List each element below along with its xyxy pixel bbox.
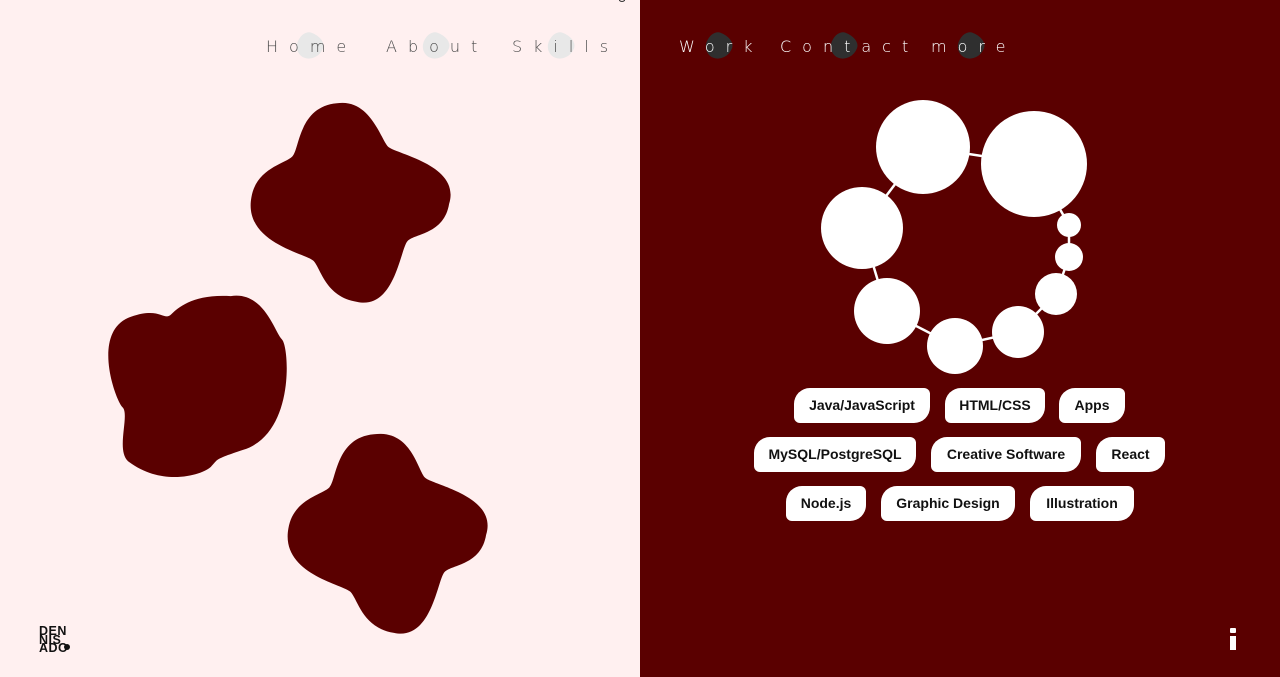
skill-bubble <box>981 111 1087 217</box>
blob-shape-middle <box>108 295 287 478</box>
nav-about-link[interactable]: About <box>386 29 489 63</box>
nav-skills-link[interactable]: Skills <box>512 29 620 63</box>
skill-tag-apps[interactable]: Apps <box>1059 388 1125 423</box>
skill-tag-nodejs[interactable]: Node.js <box>786 486 866 521</box>
nav-work-link[interactable]: Work <box>679 29 764 63</box>
nav-more-link[interactable]: more <box>931 29 1017 63</box>
skill-bubble <box>876 100 970 194</box>
skill-bubble <box>1057 213 1081 237</box>
skill-tag-creative-software[interactable]: Creative Software <box>931 437 1081 472</box>
nav-contact-link[interactable]: Contact <box>780 29 920 63</box>
skill-tag-mysql-postgresql[interactable]: MySQL/PostgreSQL <box>754 437 916 472</box>
nav-home-label: Home <box>266 37 358 56</box>
skill-bubble <box>1035 273 1077 315</box>
nav-more-label: more <box>931 37 1017 56</box>
skill-tag-java-javascript[interactable]: Java/JavaScript <box>794 388 930 423</box>
blob-shape-top <box>250 102 451 303</box>
nav-contact-label: Contact <box>780 37 920 56</box>
nav-skills-label: Skills <box>512 37 620 56</box>
logo-dot <box>64 644 70 650</box>
nav-work-label: Work <box>679 37 764 56</box>
decorative-shapes <box>108 102 488 634</box>
skill-bubble <box>821 187 903 269</box>
skill-tag-illustration[interactable]: Illustration <box>1030 486 1134 521</box>
skill-bubble <box>927 318 983 374</box>
skill-bubble <box>1055 243 1083 271</box>
skills-bubble-graph <box>821 100 1087 374</box>
nav-home-link[interactable]: Home <box>266 29 358 63</box>
skill-tag-react[interactable]: React <box>1096 437 1165 472</box>
skill-tag-html-css[interactable]: HTML/CSS <box>945 388 1045 423</box>
skill-bubble <box>992 306 1044 358</box>
site-logo[interactable]: DEN NIS ADO <box>39 625 73 654</box>
blob-shape-bottom <box>287 433 488 634</box>
info-icon[interactable] <box>1226 628 1240 652</box>
skill-tag-graphic-design[interactable]: Graphic Design <box>881 486 1015 521</box>
nav-about-label: About <box>386 37 489 56</box>
skill-bubble <box>854 278 920 344</box>
